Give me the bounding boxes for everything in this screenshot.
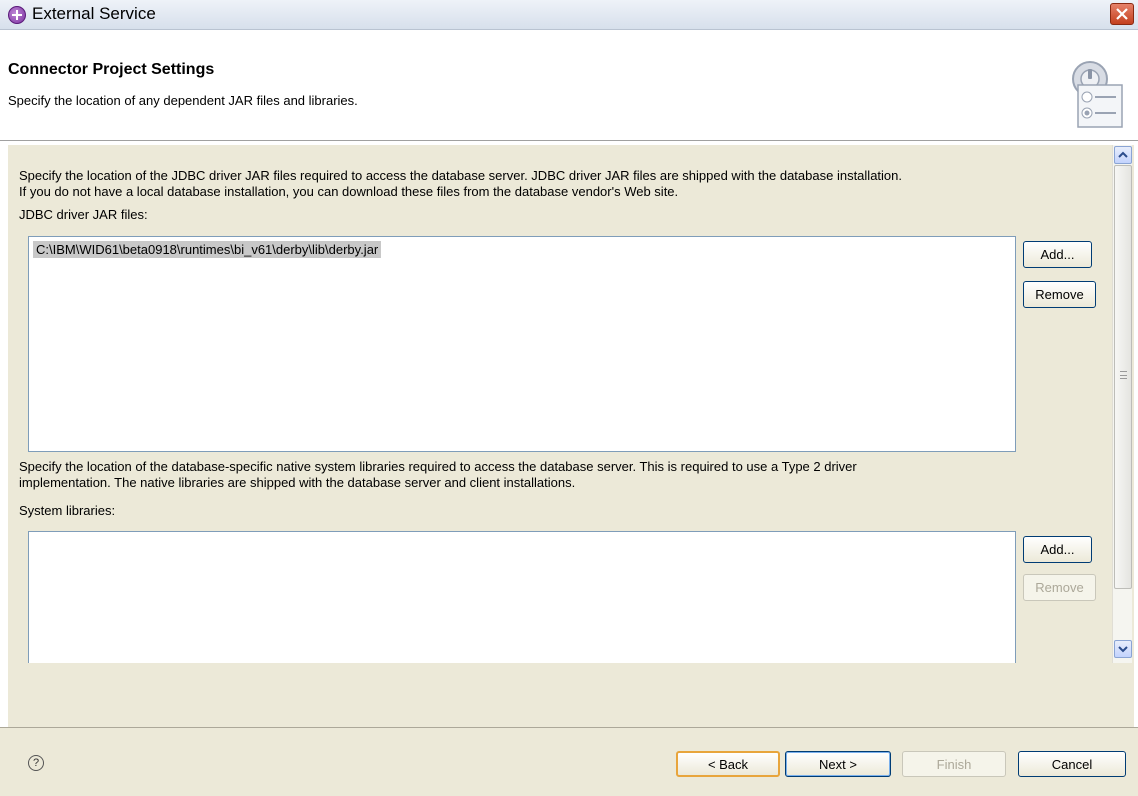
scroll-thumb[interactable] [1114, 165, 1132, 589]
jdbc-description-line-1: Specify the location of the JDBC driver … [19, 168, 902, 183]
content-padding [8, 663, 1134, 727]
system-libraries-list[interactable] [28, 531, 1016, 663]
remove-jdbc-jar-button[interactable]: Remove [1023, 281, 1096, 308]
back-button[interactable]: < Back [676, 751, 780, 777]
finish-button[interactable]: Finish [902, 751, 1006, 777]
wizard-header: Connector Project Settings Specify the l… [0, 31, 1138, 141]
chevron-down-icon [1118, 646, 1128, 653]
jdbc-jar-files-label: JDBC driver JAR files: [19, 207, 148, 222]
wizard-footer: ? < Back Next > Finish Cancel [0, 727, 1138, 796]
close-button[interactable] [1110, 3, 1134, 25]
jdbc-description-line-2: If you do not have a local database inst… [19, 184, 679, 199]
close-icon [1116, 8, 1128, 20]
add-jdbc-jar-button[interactable]: Add... [1023, 241, 1092, 268]
vertical-scrollbar[interactable] [1112, 145, 1132, 663]
page-title: Connector Project Settings [8, 61, 215, 78]
native-description-line-1: Specify the location of the database-spe… [19, 459, 857, 474]
list-item[interactable]: C:\IBM\WID61\beta0918\runtimes\bi_v61\de… [33, 241, 382, 258]
window-title: External Service [32, 4, 156, 23]
chevron-up-icon [1118, 151, 1128, 158]
page-description: Specify the location of any dependent JA… [8, 93, 358, 108]
settings-pane: Specify the location of the JDBC driver … [8, 145, 1108, 663]
content-area: Specify the location of the JDBC driver … [8, 145, 1134, 663]
settings-wizard-icon [1072, 61, 1123, 128]
grip-icon [1120, 371, 1127, 379]
title-bar: External Service [0, 0, 1138, 30]
native-description-line-2: implementation. The native libraries are… [19, 475, 576, 490]
add-system-library-button[interactable]: Add... [1023, 536, 1092, 563]
native-description: Specify the location of the database-spe… [19, 459, 1099, 491]
scroll-down-button[interactable] [1114, 640, 1132, 658]
app-icon [8, 6, 26, 24]
scroll-up-button[interactable] [1114, 146, 1132, 164]
remove-system-library-button[interactable]: Remove [1023, 574, 1096, 601]
help-icon[interactable]: ? [28, 755, 44, 771]
jdbc-description: Specify the location of the JDBC driver … [19, 168, 1099, 200]
jdbc-jar-files-list[interactable]: C:\IBM\WID61\beta0918\runtimes\bi_v61\de… [28, 236, 1016, 452]
cancel-button[interactable]: Cancel [1018, 751, 1126, 777]
system-libraries-label: System libraries: [19, 503, 116, 518]
next-button[interactable]: Next > [785, 751, 891, 777]
